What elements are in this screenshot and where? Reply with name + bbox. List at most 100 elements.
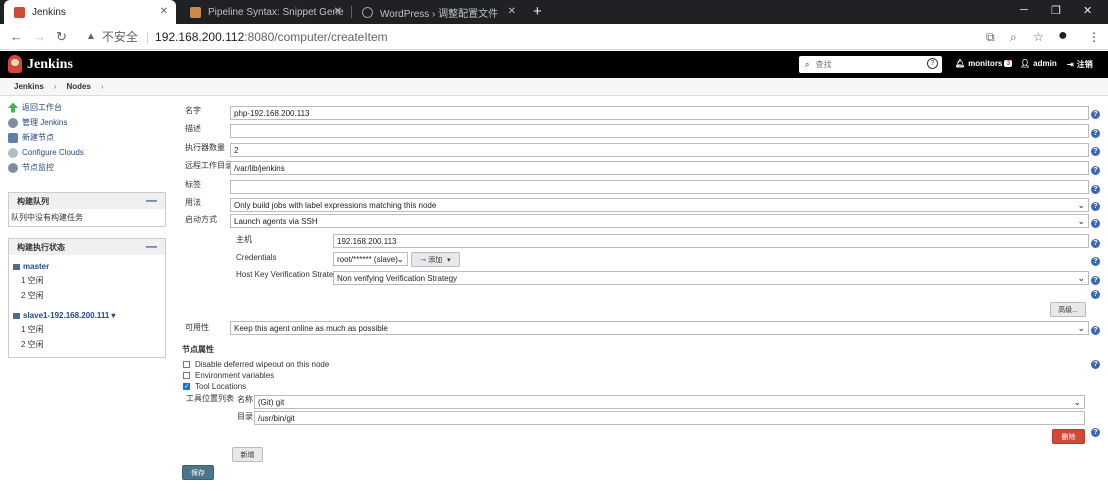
environment-variables-checkbox[interactable]: Environment variables: [183, 371, 274, 380]
executor-node-master[interactable]: master: [11, 258, 163, 273]
executors-field[interactable]: 2: [230, 143, 1089, 157]
logout-link[interactable]: ⇥ 注销: [1067, 59, 1093, 70]
tool-locations-checkbox[interactable]: ✓ Tool Locations: [183, 382, 246, 391]
help-icon[interactable]: ?: [1091, 276, 1100, 285]
sidebar-item-node-monitoring[interactable]: 节点监控: [8, 160, 166, 175]
translate-icon[interactable]: ⧉: [986, 30, 995, 45]
close-icon[interactable]: ✕: [334, 6, 342, 17]
collapse-icon[interactable]: —: [146, 241, 157, 253]
breadcrumb-nodes[interactable]: Nodes: [66, 82, 90, 91]
advanced-button[interactable]: 高级...: [1050, 302, 1086, 317]
help-icon[interactable]: ?: [1091, 257, 1100, 266]
monitors-link[interactable]: 🔔︎ monitors 3: [955, 59, 1013, 68]
computer-icon: [13, 263, 20, 270]
help-icon[interactable]: ?: [1091, 360, 1100, 369]
close-icon[interactable]: ✕: [508, 6, 516, 17]
forward-arrow-icon[interactable]: →: [33, 29, 46, 44]
tab-wordpress[interactable]: WordPress › 调整配置文件 ✕: [352, 0, 524, 24]
tab-pipeline-syntax[interactable]: Pipeline Syntax: Snippet Gene ✕: [180, 0, 350, 24]
add-tool-button[interactable]: 新增: [232, 447, 263, 462]
url-divider: |: [145, 29, 150, 44]
remote-dir-field[interactable]: /var/lib/jenkins: [230, 161, 1089, 175]
breadcrumb-separator-icon[interactable]: ›: [101, 82, 104, 91]
back-arrow-icon[interactable]: ←: [10, 29, 23, 44]
reload-icon[interactable]: ↻: [56, 29, 67, 45]
more-menu-icon[interactable]: ⋮: [1088, 30, 1100, 44]
collapse-icon[interactable]: —: [146, 195, 157, 207]
help-icon[interactable]: ?: [1091, 129, 1100, 138]
host-field[interactable]: 192.168.200.113: [333, 234, 1089, 248]
usage-value: Only build jobs with label expressions m…: [234, 200, 437, 210]
maximize-icon[interactable]: ❐: [1051, 4, 1061, 17]
launch-method-select[interactable]: Launch agents via SSH ⌄: [230, 214, 1089, 228]
sidebar-item-configure-clouds[interactable]: Configure Clouds: [8, 145, 166, 160]
jenkins-brand[interactable]: Jenkins: [27, 57, 73, 73]
remote-dir-label: 远程工作目录: [185, 161, 233, 170]
jenkins-header: Jenkins ⌕ 查找 ? 🔔︎ monitors 3 👤︎ admin ⇥ …: [0, 51, 1108, 78]
help-icon[interactable]: ?: [1091, 326, 1100, 335]
help-icon[interactable]: ?: [1091, 219, 1100, 228]
wordpress-favicon-icon: [362, 6, 373, 18]
user-link[interactable]: 👤︎ admin: [1020, 59, 1057, 68]
monitors-badge: 3: [1004, 60, 1013, 67]
checkbox-box[interactable]: [183, 361, 190, 368]
help-icon[interactable]: ?: [1091, 110, 1100, 119]
help-icon[interactable]: ?: [1091, 239, 1100, 248]
close-window-icon[interactable]: ✕: [1083, 4, 1092, 17]
url-path: :8080/computer/createItem: [244, 29, 388, 44]
build-queue-title[interactable]: 构建队列: [17, 196, 49, 207]
executor-node-slave1[interactable]: slave1-192.168.200.111 ▾: [11, 307, 163, 322]
star-icon[interactable]: ☆: [1033, 30, 1044, 44]
sidebar-item-new-node[interactable]: 新建节点: [8, 130, 166, 145]
save-button[interactable]: 保存: [182, 465, 214, 480]
tab-jenkins[interactable]: Jenkins ✕: [4, 0, 176, 24]
add-credentials-button[interactable]: ⊸ 添加 ▾: [411, 252, 460, 267]
delete-button[interactable]: 删除: [1052, 429, 1085, 444]
credentials-select[interactable]: root/****** (slave) ⌄: [333, 252, 408, 266]
description-field[interactable]: [230, 124, 1089, 138]
checkbox-box[interactable]: [183, 372, 190, 379]
host-key-strategy-select[interactable]: Non verifying Verification Strategy ⌄: [333, 271, 1089, 285]
logout-label: 注销: [1076, 60, 1093, 69]
chevron-down-icon: ⌄: [1077, 216, 1085, 226]
help-icon[interactable]: ?: [1091, 147, 1100, 156]
breadcrumb-jenkins[interactable]: Jenkins: [14, 82, 44, 91]
description-label: 描述: [185, 124, 201, 133]
help-icon[interactable]: ?: [1091, 185, 1100, 194]
search-input[interactable]: 查找: [815, 59, 831, 70]
help-icon[interactable]: ?: [1091, 290, 1100, 299]
checkbox-label: Tool Locations: [195, 382, 247, 391]
help-icon[interactable]: ?: [1091, 428, 1100, 437]
help-icon[interactable]: ?: [1091, 202, 1100, 211]
tool-name-value: (Git) git: [258, 397, 285, 407]
sidebar-item-manage-jenkins[interactable]: 管理 Jenkins: [8, 115, 166, 130]
usage-select[interactable]: Only build jobs with label expressions m…: [230, 198, 1089, 212]
tool-dir-field[interactable]: /usr/bin/git: [254, 411, 1085, 425]
minimize-icon[interactable]: ─: [1020, 4, 1028, 16]
sidebar-item-back-dashboard[interactable]: 返回工作台: [8, 100, 166, 115]
node-name: slave1-192.168.200.111: [23, 311, 110, 320]
availability-select[interactable]: Keep this agent online as much as possib…: [230, 321, 1089, 335]
new-tab-button[interactable]: +: [533, 3, 542, 20]
jenkins-logo-icon[interactable]: [8, 55, 22, 73]
credentials-label: Credentials: [236, 253, 277, 262]
zoom-icon[interactable]: ⌕: [1010, 30, 1017, 45]
computer-icon: [8, 132, 18, 143]
labels-field[interactable]: [230, 180, 1089, 194]
url-bar[interactable]: ▲ 不安全 | 192.168.200.112 :8080/computer/c…: [78, 26, 968, 47]
disable-wipeout-checkbox[interactable]: Disable deferred wipeout on this node: [183, 360, 329, 369]
check-icon[interactable]: ✓: [183, 383, 190, 390]
host-label: 主机: [236, 235, 252, 244]
tool-name-select[interactable]: (Git) git ⌄: [254, 395, 1085, 409]
chevron-down-icon[interactable]: ▾: [111, 311, 115, 320]
search-help-icon[interactable]: ?: [927, 58, 938, 69]
close-icon[interactable]: ✕: [160, 6, 168, 17]
up-arrow-icon: [8, 102, 18, 113]
availability-value: Keep this agent online as much as possib…: [234, 323, 388, 333]
search-box[interactable]: ⌕ 查找 ?: [799, 56, 942, 73]
profile-avatar-icon[interactable]: ●: [1058, 27, 1068, 45]
help-icon[interactable]: ?: [1091, 166, 1100, 175]
executors-title[interactable]: 构建执行状态: [17, 242, 65, 253]
chevron-down-icon: ⌄: [1077, 323, 1085, 333]
name-field[interactable]: php-192.168.200.113: [230, 106, 1089, 120]
